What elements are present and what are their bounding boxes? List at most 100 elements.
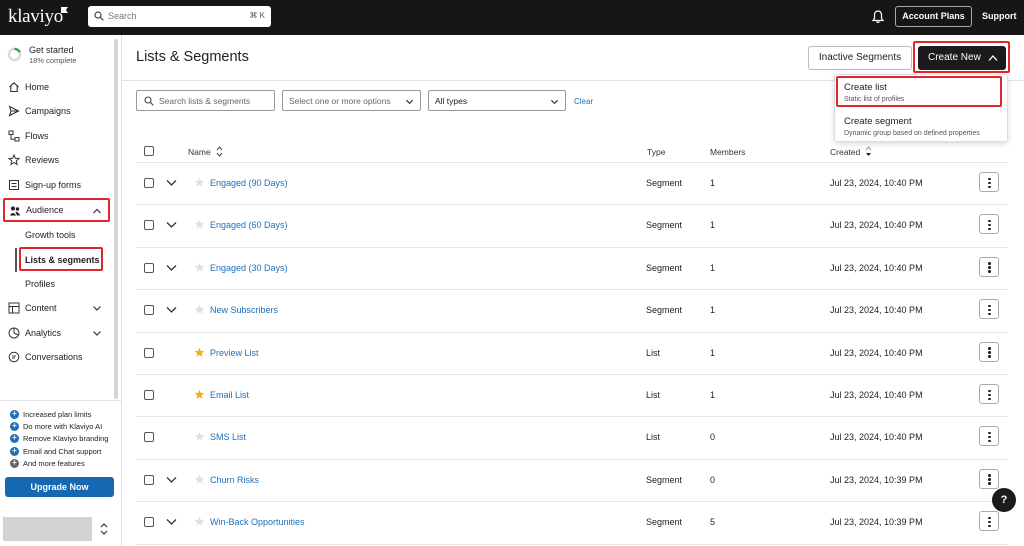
chevron-down-icon[interactable] (166, 306, 177, 314)
chevron-up-icon[interactable] (92, 206, 102, 216)
chevron-down-icon[interactable] (166, 476, 177, 484)
sidebar-item-home[interactable]: Home (0, 76, 112, 98)
row-checkbox[interactable] (144, 305, 154, 316)
account-plans-button[interactable]: Account Plans (895, 6, 972, 27)
row-actions-button[interactable] (979, 214, 999, 235)
chevron-updown-icon[interactable] (99, 522, 109, 536)
chevron-down-icon[interactable] (166, 518, 177, 526)
table-row[interactable]: Email List List 1 Jul 23, 2024, 10:40 PM (136, 374, 1008, 416)
row-type: Segment (646, 517, 683, 528)
sidebar-subitem-lists-segments[interactable]: Lists & segments (19, 247, 103, 271)
progress-ring-icon[interactable] (7, 47, 22, 62)
row-name-link[interactable]: Churn Risks (210, 475, 259, 485)
table-row[interactable]: New Subscribers Segment 1 Jul 23, 2024, 10:… (136, 289, 1008, 331)
star-icon[interactable] (194, 516, 205, 527)
upgrade-now-button[interactable]: Upgrade Now (5, 477, 114, 497)
row-checkbox[interactable] (144, 262, 154, 273)
inactive-segments-button[interactable]: Inactive Segments (808, 46, 912, 70)
row-name-link[interactable]: New Subscribers (210, 305, 278, 315)
klaviyo-logo[interactable]: klaviyo (8, 6, 63, 28)
row-checkbox[interactable] (144, 432, 154, 443)
sidebar-item-label: Conversations (25, 352, 83, 362)
row-name-link[interactable]: Win-Back Opportunities (210, 517, 305, 527)
support-link[interactable]: Support (982, 11, 1017, 21)
row-actions-button[interactable] (979, 384, 999, 404)
get-started-title[interactable]: Get started (29, 45, 74, 55)
table-row[interactable]: Win-Back Opportunities Segment 5 Jul 23, 20… (136, 501, 1008, 543)
chevron-down-icon[interactable] (166, 264, 177, 272)
table-row[interactable]: SMS List List 0 Jul 23, 2024, 10:40 PM (136, 416, 1008, 458)
row-checkbox[interactable] (144, 390, 154, 400)
row-name-link[interactable]: Email List (210, 390, 249, 400)
star-icon[interactable] (194, 262, 205, 273)
type-select[interactable]: All types (428, 90, 566, 111)
table-row[interactable]: Engaged (90 Days) Segment 1 Jul 23, 2024, 1… (136, 162, 1008, 204)
row-actions-button[interactable] (979, 299, 999, 320)
create-new-button[interactable]: Create New (918, 46, 1006, 70)
type-value: All types (435, 96, 468, 106)
sidebar-item-reviews[interactable]: Reviews (0, 149, 112, 171)
star-icon[interactable] (194, 177, 205, 188)
sidebar-item-content[interactable]: Content (0, 297, 112, 319)
row-actions-button[interactable] (979, 341, 999, 362)
sidebar-scrollbar[interactable] (114, 39, 118, 399)
row-actions-button[interactable] (979, 256, 999, 277)
menu-item-create-segment[interactable]: Create segment Dynamic group based on de… (835, 112, 1007, 142)
create-list-highlight (836, 76, 1002, 107)
select-all-checkbox[interactable] (144, 146, 154, 156)
account-switcher[interactable] (3, 517, 92, 541)
row-checkbox[interactable] (144, 178, 154, 188)
row-name-link[interactable]: Engaged (30 Days) (210, 263, 288, 273)
bell-icon[interactable] (872, 10, 884, 24)
row-actions-button[interactable] (979, 511, 999, 532)
table-row[interactable]: Churn Risks Segment 0 Jul 23, 2024, 10:39 P… (136, 459, 1008, 501)
star-icon[interactable] (194, 431, 205, 442)
star-icon[interactable] (194, 389, 205, 400)
row-name-link[interactable]: Preview List (210, 348, 259, 358)
sort-icon[interactable] (216, 146, 223, 157)
sidebar-item-conversations[interactable]: Conversations (0, 346, 112, 368)
options-select[interactable]: Select one or more options (282, 90, 421, 111)
chevron-down-icon[interactable] (166, 221, 177, 229)
feature-text: Email and Chat support (23, 447, 102, 456)
star-icon[interactable] (194, 304, 205, 315)
row-checkbox[interactable] (144, 474, 154, 485)
sidebar-item-signup-forms[interactable]: Sign-up forms (0, 174, 112, 196)
lists-search-input[interactable]: Search lists & segments (136, 90, 275, 111)
plus-circle-icon: + (10, 422, 19, 431)
table-row[interactable]: Preview List List 1 Jul 23, 2024, 10:40 PM (136, 332, 1008, 374)
table-row[interactable]: Engaged (30 Days) Segment 1 Jul 23, 2024, 1… (136, 247, 1008, 289)
flows-icon (8, 130, 20, 142)
star-icon[interactable] (194, 347, 205, 358)
row-type: Segment (646, 305, 683, 316)
table-row[interactable]: Engaged (60 Days) Segment 1 Jul 23, 2024, 1… (136, 204, 1008, 246)
star-icon[interactable] (194, 219, 205, 230)
sidebar-subitem-growth-tools[interactable]: Growth tools (25, 230, 76, 240)
star-icon[interactable] (194, 474, 205, 485)
sidebar-item-campaigns[interactable]: Campaigns (0, 100, 112, 122)
help-button[interactable]: ? (992, 488, 1016, 512)
column-header-name[interactable]: Name (188, 147, 211, 157)
sort-desc-icon[interactable] (865, 146, 872, 157)
menu-item-title: Create segment (844, 116, 912, 127)
row-checkbox[interactable] (144, 347, 154, 358)
row-checkbox[interactable] (144, 517, 154, 528)
global-search-input[interactable]: Search ⌘ K (88, 6, 271, 27)
chevron-down-icon[interactable] (92, 328, 102, 338)
sidebar-subitem-profiles[interactable]: Profiles (25, 279, 55, 289)
chevron-down-icon[interactable] (92, 303, 102, 313)
row-name-link[interactable]: Engaged (60 Days) (210, 220, 288, 230)
row-actions-button[interactable] (979, 426, 999, 447)
sidebar-item-analytics[interactable]: Analytics (0, 322, 112, 344)
row-name-link[interactable]: SMS List (210, 432, 246, 442)
content-icon (8, 302, 20, 314)
row-checkbox[interactable] (144, 220, 154, 231)
row-actions-button[interactable] (979, 468, 999, 489)
clear-filters-link[interactable]: Clear (574, 97, 593, 106)
chevron-down-icon[interactable] (166, 179, 177, 187)
sidebar-item-audience[interactable]: Audience (3, 198, 110, 222)
row-name-link[interactable]: Engaged (90 Days) (210, 178, 288, 188)
row-actions-button[interactable] (979, 172, 999, 192)
sidebar-item-flows[interactable]: Flows (0, 125, 112, 147)
column-header-created[interactable]: Created (830, 147, 860, 157)
